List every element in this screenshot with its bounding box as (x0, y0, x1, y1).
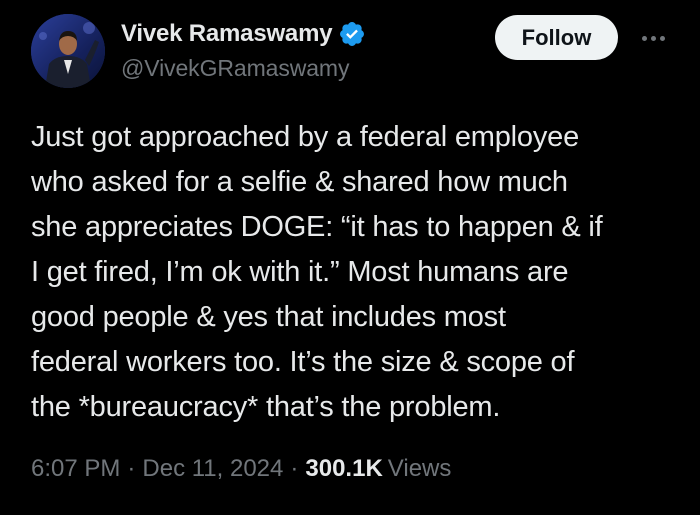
author-name-row: Vivek Ramaswamy (121, 18, 366, 50)
tweet-time[interactable]: 6:07 PM (31, 455, 120, 483)
tweet-text: Just got approached by a federal employe… (31, 115, 681, 430)
more-options-icon[interactable] (635, 24, 671, 52)
profile-photo-icon (31, 14, 105, 88)
tweet-card: Vivek Ramaswamy @VivekGRamaswamy Follow … (0, 0, 700, 515)
more-dot (659, 35, 665, 41)
tweet-meta: 6:07 PM · Dec 11, 2024 · 300.1K Views (31, 455, 451, 483)
tweet-date[interactable]: Dec 11, 2024 (142, 455, 283, 483)
author-avatar[interactable] (31, 14, 105, 88)
tweet-text-line: she appreciates DOGE: “it has to happen … (31, 211, 603, 243)
views-label: Views (387, 455, 452, 482)
author-handle[interactable]: @VivekGRamaswamy (121, 55, 349, 82)
tweet-text-line: federal workers too. It’s the size & sco… (31, 346, 575, 378)
more-dot (650, 35, 656, 41)
author-display-name[interactable]: Vivek Ramaswamy (121, 20, 333, 48)
meta-separator: · (290, 455, 299, 482)
meta-separator: · (127, 455, 136, 482)
follow-button[interactable]: Follow (495, 15, 618, 60)
verified-badge-icon[interactable] (338, 20, 366, 48)
tweet-text-line: the *bureaucracy* that’s the problem. (31, 391, 501, 423)
views-count[interactable]: 300.1K (305, 455, 382, 483)
tweet-text-line: who asked for a selfie & shared how much (31, 166, 568, 198)
tweet-text-line: I get fired, I’m ok with it.” Most human… (31, 256, 569, 288)
more-dot (641, 35, 647, 41)
tweet-text-line: good people & yes that includes most (31, 301, 506, 333)
tweet-text-line: Just got approached by a federal employe… (31, 121, 579, 153)
